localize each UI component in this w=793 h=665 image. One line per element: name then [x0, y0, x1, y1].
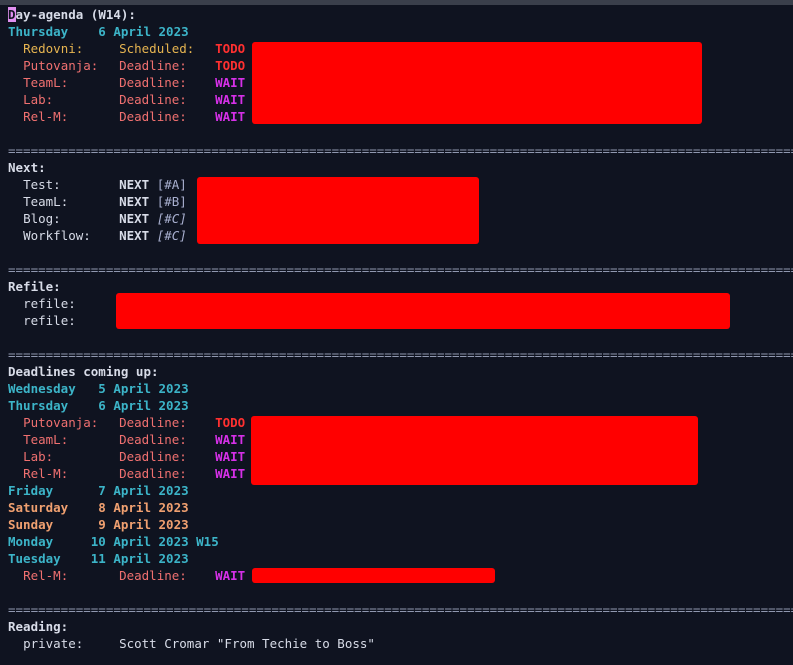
priority-cookie: [#A] [156, 177, 187, 192]
wait-keyword: WAIT [215, 75, 246, 90]
priority-cookie: [#B] [156, 194, 187, 209]
wait-keyword: WAIT [215, 449, 246, 464]
reading-section-header: Reading: [8, 619, 69, 634]
agenda-date: Thursday 6 April 2023 [8, 398, 189, 413]
section-separator: ========================================… [8, 262, 793, 277]
redaction-block [252, 568, 495, 583]
todo-keyword: TODO [215, 415, 246, 430]
agenda-date: Tuesday 11 April 2023 [8, 551, 189, 566]
section-separator: ========================================… [8, 143, 793, 158]
redaction-block [197, 177, 479, 244]
agenda-date: Monday 10 April 2023 W15 [8, 534, 219, 549]
agenda-item[interactable]: private: Scott Cromar "From Techie to Bos… [8, 635, 793, 652]
text-cursor: D [8, 7, 16, 22]
section-separator: ========================================… [8, 347, 793, 362]
todo-keyword: TODO [215, 58, 246, 73]
priority-cookie: [#C] [156, 228, 187, 243]
agenda-date-weekend: Saturday 8 April 2023 [8, 500, 189, 515]
todo-keyword: TODO [215, 41, 246, 56]
agenda-title: Day-agenda (W14): [8, 7, 136, 22]
wait-keyword: WAIT [215, 92, 246, 107]
agenda-date: Wednesday 5 April 2023 [8, 381, 189, 396]
redaction-block [251, 416, 698, 485]
section-separator: ========================================… [8, 602, 793, 617]
window-top-bar [0, 0, 793, 5]
wait-keyword: WAIT [215, 568, 246, 583]
priority-cookie: [#C] [156, 211, 187, 226]
redaction-block [116, 293, 730, 329]
wait-keyword: WAIT [215, 109, 246, 124]
next-section-header: Next: [8, 160, 46, 175]
wait-keyword: WAIT [215, 466, 246, 481]
agenda-date-today: Thursday 6 April 2023 [8, 24, 189, 39]
wait-keyword: WAIT [215, 432, 246, 447]
deadlines-section-header: Deadlines coming up: [8, 364, 159, 379]
agenda-date-weekend: Sunday 9 April 2023 [8, 517, 189, 532]
redaction-block [252, 42, 702, 124]
